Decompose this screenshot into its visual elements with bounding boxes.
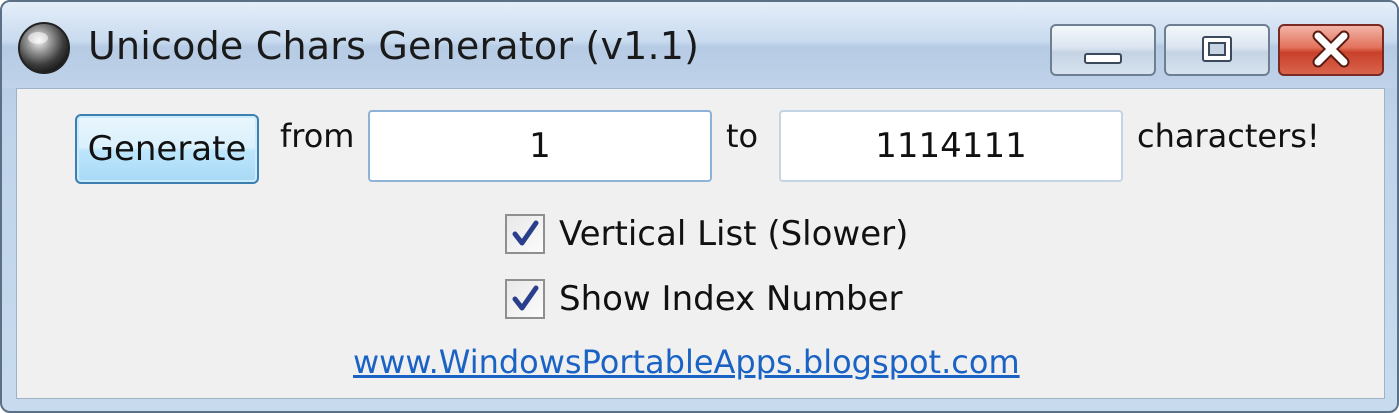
vertical-list-label: Vertical List (Slower) <box>559 214 909 254</box>
title-bar[interactable]: Unicode Chars Generator (v1.1) <box>2 2 1397 88</box>
characters-label: characters! <box>1137 117 1320 155</box>
vertical-list-checkbox[interactable] <box>505 214 545 254</box>
maximize-button[interactable] <box>1164 24 1270 76</box>
close-button[interactable] <box>1278 24 1384 76</box>
generate-button[interactable]: Generate <box>75 114 259 184</box>
window-title: Unicode Chars Generator (v1.1) <box>88 24 700 68</box>
from-input[interactable] <box>368 110 712 182</box>
gray-sphere-icon[interactable] <box>16 20 72 76</box>
show-index-checkbox[interactable] <box>505 279 545 319</box>
close-icon <box>1312 30 1350 68</box>
show-index-option[interactable]: Show Index Number <box>505 275 903 323</box>
client-area: Generate from to characters! Vertical Li… <box>16 88 1385 399</box>
from-label: from <box>280 117 355 155</box>
minimize-button[interactable] <box>1050 24 1156 76</box>
app-window: Unicode Chars Generator (v1.1) Generate … <box>0 0 1399 413</box>
to-label: to <box>726 117 759 155</box>
vertical-list-option[interactable]: Vertical List (Slower) <box>505 210 908 258</box>
checkmark-icon <box>512 285 539 311</box>
website-link[interactable]: www.WindowsPortableApps.blogspot.com <box>353 343 1020 381</box>
checkmark-icon <box>512 220 539 246</box>
to-input[interactable] <box>779 110 1123 182</box>
show-index-label: Show Index Number <box>559 279 903 319</box>
minimize-icon <box>1084 53 1122 64</box>
maximize-icon <box>1202 36 1232 62</box>
